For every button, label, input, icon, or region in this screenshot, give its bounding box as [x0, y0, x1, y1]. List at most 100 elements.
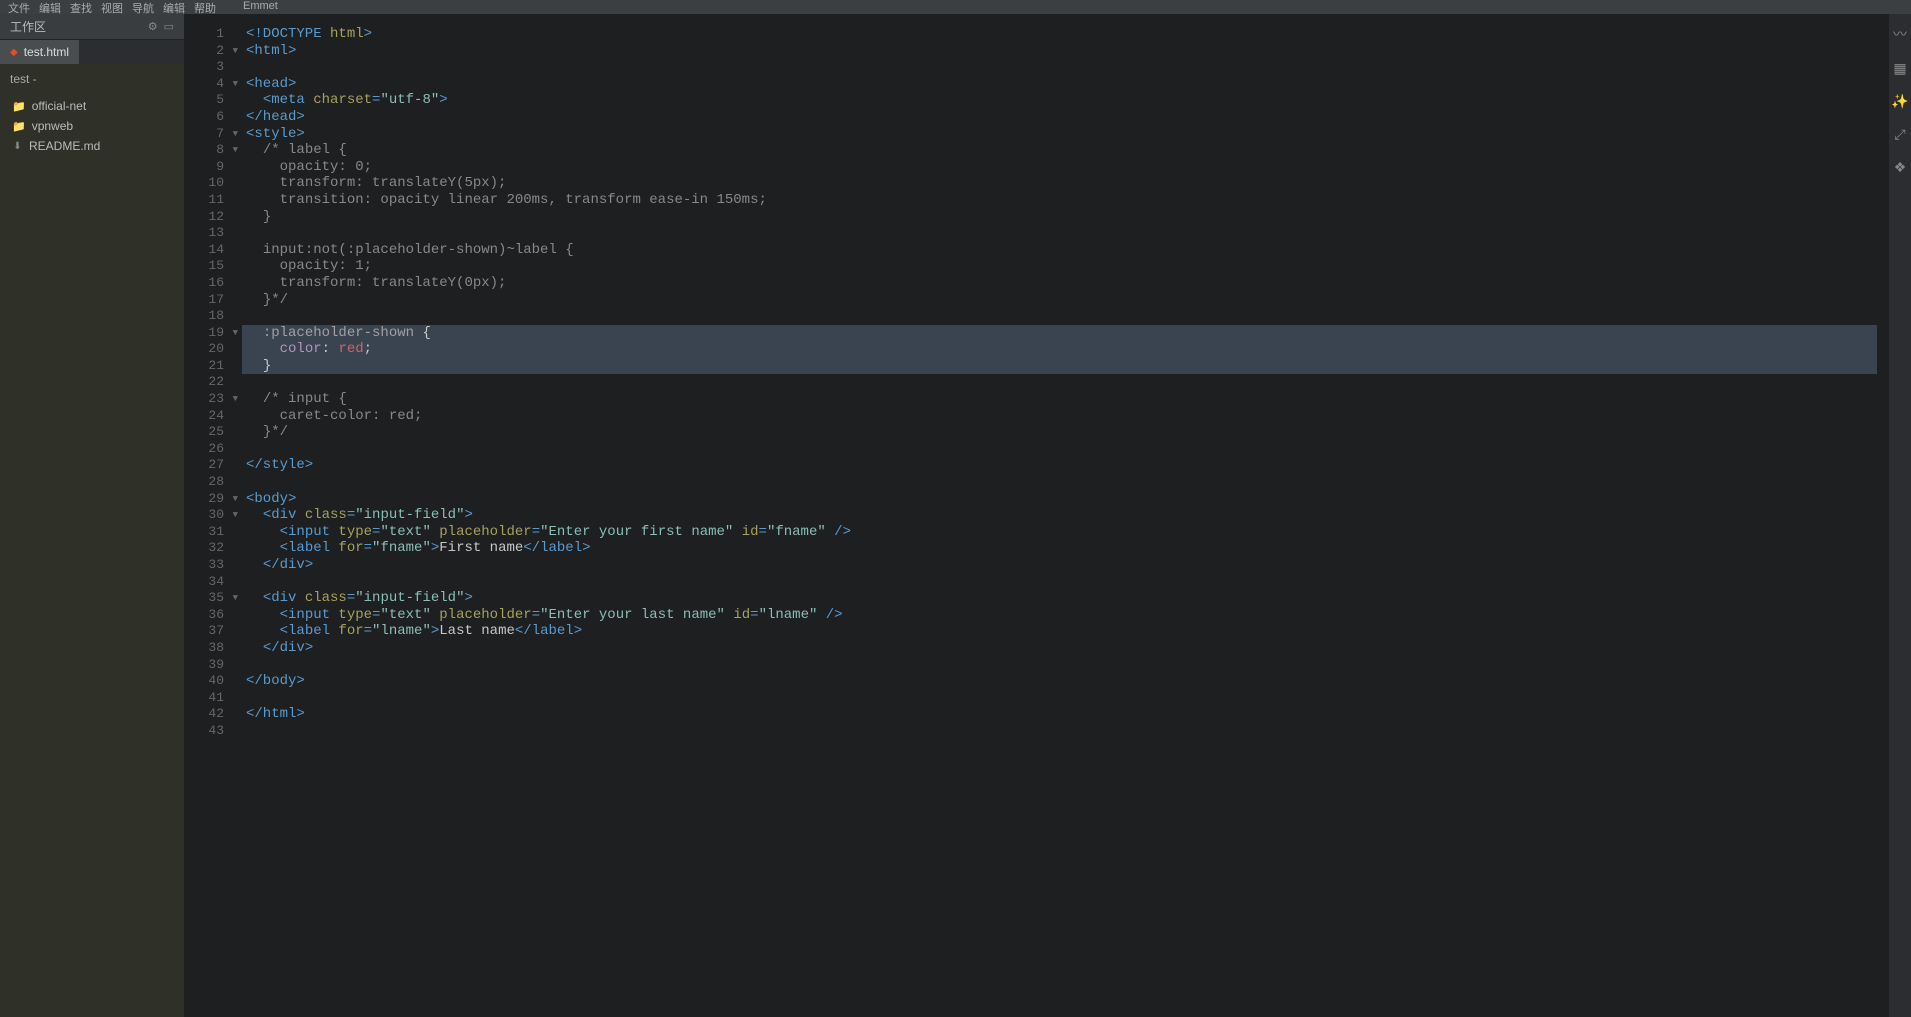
code-line[interactable]: opacity: 1;	[242, 258, 1889, 275]
code-line[interactable]: <label for="lname">Last name</label>	[242, 623, 1889, 640]
line-number[interactable]: 21	[184, 358, 242, 375]
menu-item[interactable]: 导航	[132, 0, 154, 14]
code-line[interactable]: transform: translateY(0px);	[242, 275, 1889, 292]
code-line[interactable]	[242, 225, 1889, 242]
menu-item[interactable]: 文件	[8, 0, 30, 14]
code-line[interactable]	[242, 574, 1889, 591]
line-number[interactable]: 31	[184, 524, 242, 541]
code-line[interactable]: }	[242, 209, 1889, 226]
line-number[interactable]: 30▼	[184, 507, 242, 524]
line-number[interactable]: 12	[184, 209, 242, 226]
code-area[interactable]: <!DOCTYPE html><html><head> <meta charse…	[242, 14, 1889, 1017]
line-number[interactable]: 32	[184, 540, 242, 557]
line-number[interactable]: 8▼	[184, 142, 242, 159]
line-number[interactable]: 1	[184, 26, 242, 43]
line-number[interactable]: 3	[184, 59, 242, 76]
code-line[interactable]	[242, 474, 1889, 491]
line-number[interactable]: 26	[184, 441, 242, 458]
code-line[interactable]: /* input {	[242, 391, 1889, 408]
fold-icon[interactable]: ▼	[233, 142, 238, 159]
line-number[interactable]: 33	[184, 557, 242, 574]
line-number[interactable]: 24	[184, 408, 242, 425]
code-line[interactable]: }*/	[242, 424, 1889, 441]
gear-icon[interactable]: ⚙	[148, 20, 158, 33]
line-number[interactable]: 39	[184, 657, 242, 674]
line-number[interactable]: 6	[184, 109, 242, 126]
line-number[interactable]: 29▼	[184, 491, 242, 508]
file-tree-item[interactable]: ⬇README.md	[0, 136, 184, 156]
code-line[interactable]: transform: translateY(5px);	[242, 175, 1889, 192]
menu-bar[interactable]: 文件编辑查找视图导航编辑帮助Emmet	[0, 0, 1911, 14]
code-line[interactable]: }	[242, 358, 1877, 375]
code-line[interactable]: </html>	[242, 706, 1889, 723]
line-number[interactable]: 20	[184, 341, 242, 358]
line-number[interactable]: 11	[184, 192, 242, 209]
code-line[interactable]: </div>	[242, 557, 1889, 574]
code-line[interactable]	[242, 723, 1889, 740]
rail-icon[interactable]: ✨	[1891, 93, 1908, 110]
code-line[interactable]: <meta charset="utf-8">	[242, 92, 1889, 109]
code-line[interactable]: <input type="text" placeholder="Enter yo…	[242, 607, 1889, 624]
code-line[interactable]	[242, 374, 1889, 391]
code-line[interactable]: <div class="input-field">	[242, 590, 1889, 607]
menu-item[interactable]: 编辑	[163, 0, 185, 14]
line-number[interactable]: 15	[184, 258, 242, 275]
code-line[interactable]: </div>	[242, 640, 1889, 657]
rail-icon[interactable]: ❖	[1894, 159, 1907, 176]
rail-icon[interactable]: 〰	[1893, 24, 1907, 44]
code-line[interactable]: }*/	[242, 292, 1889, 309]
file-tree-item[interactable]: 📁official-net	[0, 96, 184, 116]
line-number[interactable]: 13	[184, 225, 242, 242]
line-number[interactable]: 40	[184, 673, 242, 690]
code-line[interactable]: <input type="text" placeholder="Enter yo…	[242, 524, 1889, 541]
line-number[interactable]: 36	[184, 607, 242, 624]
code-line[interactable]: </body>	[242, 673, 1889, 690]
line-number[interactable]: 19▼	[184, 325, 242, 342]
file-tree[interactable]: 📁official-net📁vpnweb⬇README.md	[0, 94, 184, 158]
line-number[interactable]: 38	[184, 640, 242, 657]
tab-test-html[interactable]: ◆ test.html	[0, 40, 79, 64]
line-number[interactable]: 27	[184, 457, 242, 474]
project-crumb[interactable]: test -	[0, 64, 184, 94]
line-number[interactable]: 42	[184, 706, 242, 723]
line-number[interactable]: 35▼	[184, 590, 242, 607]
line-number[interactable]: 23▼	[184, 391, 242, 408]
code-line[interactable]: </style>	[242, 457, 1889, 474]
menu-item[interactable]: Emmet	[243, 0, 278, 12]
code-line[interactable]: <div class="input-field">	[242, 507, 1889, 524]
code-line[interactable]: caret-color: red;	[242, 408, 1889, 425]
fold-icon[interactable]: ▼	[233, 507, 238, 524]
line-gutter[interactable]: 12▼34▼567▼8▼910111213141516171819▼202122…	[184, 14, 242, 1017]
rail-icon[interactable]: ▦	[1893, 60, 1906, 77]
line-number[interactable]: 37	[184, 623, 242, 640]
code-line[interactable]: <!DOCTYPE html>	[242, 26, 1889, 43]
line-number[interactable]: 34	[184, 574, 242, 591]
code-line[interactable]: transition: opacity linear 200ms, transf…	[242, 192, 1889, 209]
line-number[interactable]: 43	[184, 723, 242, 740]
code-line[interactable]: <style>	[242, 126, 1889, 143]
code-line[interactable]	[242, 657, 1889, 674]
code-line[interactable]: input:not(:placeholder-shown)~label {	[242, 242, 1889, 259]
code-line[interactable]: color: red;	[242, 341, 1877, 358]
fold-icon[interactable]: ▼	[233, 325, 238, 342]
line-number[interactable]: 14	[184, 242, 242, 259]
fold-icon[interactable]: ▼	[233, 43, 238, 60]
fold-icon[interactable]: ▼	[233, 391, 238, 408]
line-number[interactable]: 22	[184, 374, 242, 391]
menu-item[interactable]: 编辑	[39, 0, 61, 14]
code-line[interactable]: opacity: 0;	[242, 159, 1889, 176]
line-number[interactable]: 7▼	[184, 126, 242, 143]
code-line[interactable]	[242, 690, 1889, 707]
line-number[interactable]: 10	[184, 175, 242, 192]
line-number[interactable]: 18	[184, 308, 242, 325]
fold-icon[interactable]: ▼	[233, 491, 238, 508]
file-tree-item[interactable]: 📁vpnweb	[0, 116, 184, 136]
line-number[interactable]: 28	[184, 474, 242, 491]
menu-item[interactable]: 视图	[101, 0, 123, 14]
fold-icon[interactable]: ▼	[233, 126, 238, 143]
code-line[interactable]	[242, 441, 1889, 458]
line-number[interactable]: 16	[184, 275, 242, 292]
code-line[interactable]: </head>	[242, 109, 1889, 126]
line-number[interactable]: 17	[184, 292, 242, 309]
code-line[interactable]: <head>	[242, 76, 1889, 93]
